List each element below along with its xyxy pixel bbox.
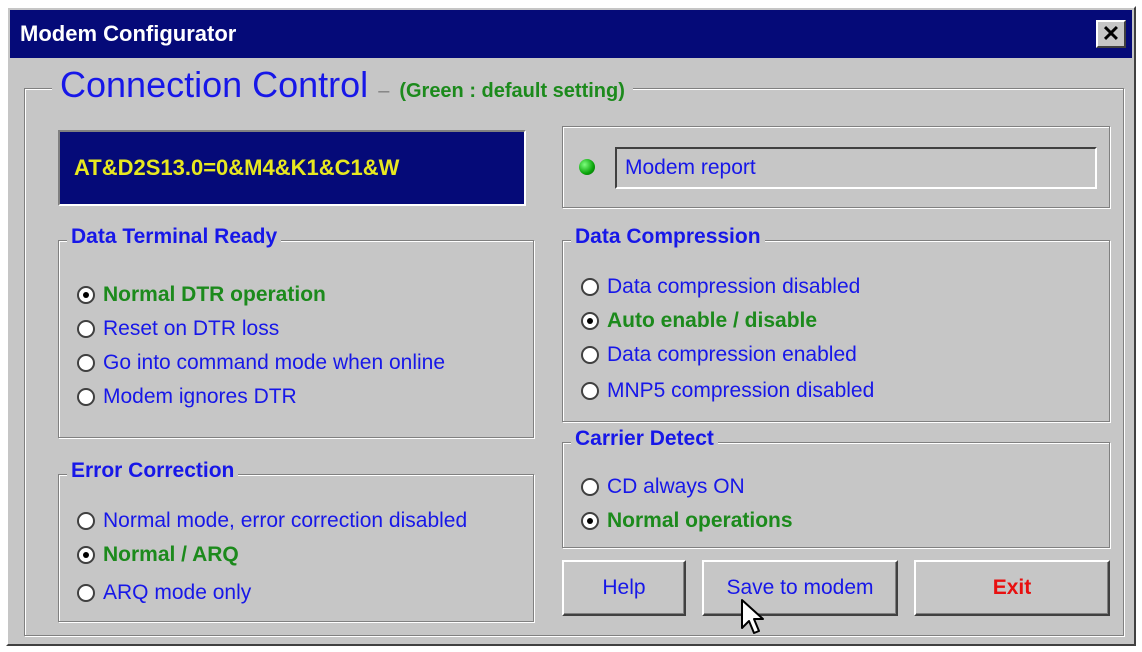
dtr-option-label: Go into command mode when online bbox=[103, 351, 446, 374]
title-bar: Modem Configurator ✕ bbox=[10, 10, 1132, 58]
modem-report-field: Modem report bbox=[615, 147, 1097, 189]
exit-button[interactable]: Exit bbox=[914, 560, 1110, 616]
carrier-detect-group-title: Carrier Detect bbox=[571, 427, 718, 451]
dtr-option-label: Normal DTR operation bbox=[103, 283, 326, 306]
ec-option-arq-only[interactable]: ARQ mode only bbox=[77, 581, 251, 605]
status-led-icon bbox=[579, 159, 595, 175]
error-correction-group-title: Error Correction bbox=[67, 459, 239, 483]
dtr-option-label: Reset on DTR loss bbox=[103, 317, 280, 340]
dc-option-label: Data compression enabled bbox=[607, 343, 857, 366]
cd-option-label: Normal operations bbox=[607, 509, 793, 532]
radio-button-icon[interactable] bbox=[77, 512, 95, 530]
radio-button-icon[interactable] bbox=[77, 546, 95, 564]
dtr-option-normal[interactable]: Normal DTR operation bbox=[77, 283, 326, 307]
radio-button-icon[interactable] bbox=[581, 346, 599, 364]
ec-option-normal-arq[interactable]: Normal / ARQ bbox=[77, 543, 239, 567]
dc-option-label: Auto enable / disable bbox=[607, 309, 818, 332]
ec-option-label: Normal mode, error correction disabled bbox=[103, 509, 468, 532]
radio-button-icon[interactable] bbox=[77, 584, 95, 602]
save-to-modem-button[interactable]: Save to modem bbox=[702, 560, 898, 616]
dc-option-enabled[interactable]: Data compression enabled bbox=[581, 343, 857, 367]
radio-button-icon[interactable] bbox=[581, 382, 599, 400]
dtr-group: Data Terminal Ready Normal DTR operation… bbox=[58, 225, 534, 438]
radio-button-icon[interactable] bbox=[581, 512, 599, 530]
ec-option-label: Normal / ARQ bbox=[103, 543, 239, 566]
dtr-option-label: Modem ignores DTR bbox=[103, 385, 297, 408]
dtr-option-command-mode[interactable]: Go into command mode when online bbox=[77, 351, 445, 375]
default-setting-note: (Green : default setting) bbox=[399, 80, 625, 102]
data-compression-group: Data Compression Data compression disabl… bbox=[562, 225, 1110, 422]
dc-option-label: Data compression disabled bbox=[607, 275, 861, 298]
radio-button-icon[interactable] bbox=[581, 278, 599, 296]
dtr-group-title: Data Terminal Ready bbox=[67, 225, 282, 249]
dc-option-label: MNP5 compression disabled bbox=[607, 379, 875, 402]
carrier-detect-group: Carrier Detect CD always ON Normal opera… bbox=[562, 427, 1110, 548]
cd-option-label: CD always ON bbox=[607, 475, 745, 498]
radio-button-icon[interactable] bbox=[77, 388, 95, 406]
radio-button-icon[interactable] bbox=[581, 312, 599, 330]
dtr-option-ignore[interactable]: Modem ignores DTR bbox=[77, 385, 297, 409]
mouse-cursor-icon bbox=[741, 599, 764, 634]
at-command-display: AT&D2S13.0=0&M4&K1&C1&W bbox=[58, 130, 526, 206]
window-title: Modem Configurator bbox=[20, 21, 237, 46]
dc-option-disabled[interactable]: Data compression disabled bbox=[581, 275, 860, 299]
section-title: Connection Control bbox=[60, 64, 369, 105]
radio-button-icon[interactable] bbox=[77, 286, 95, 304]
header-separator: – bbox=[378, 80, 390, 102]
ec-option-normal-mode[interactable]: Normal mode, error correction disabled bbox=[77, 509, 467, 533]
dc-option-mnp5-disabled[interactable]: MNP5 compression disabled bbox=[581, 379, 874, 403]
error-correction-group: Error Correction Normal mode, error corr… bbox=[58, 459, 534, 622]
ec-option-label: ARQ mode only bbox=[103, 581, 252, 604]
close-button[interactable]: ✕ bbox=[1096, 20, 1126, 48]
modem-report-panel: Modem report bbox=[562, 126, 1110, 208]
radio-button-icon[interactable] bbox=[581, 478, 599, 496]
cd-option-normal[interactable]: Normal operations bbox=[581, 509, 793, 533]
data-compression-group-title: Data Compression bbox=[571, 225, 765, 249]
dtr-option-reset[interactable]: Reset on DTR loss bbox=[77, 317, 279, 341]
connection-control-header: Connection Control – (Green : default se… bbox=[52, 64, 633, 106]
radio-button-icon[interactable] bbox=[77, 320, 95, 338]
dc-option-auto[interactable]: Auto enable / disable bbox=[581, 309, 817, 333]
radio-button-icon[interactable] bbox=[77, 354, 95, 372]
cd-option-always-on[interactable]: CD always ON bbox=[581, 475, 745, 499]
help-button[interactable]: Help bbox=[562, 560, 686, 616]
